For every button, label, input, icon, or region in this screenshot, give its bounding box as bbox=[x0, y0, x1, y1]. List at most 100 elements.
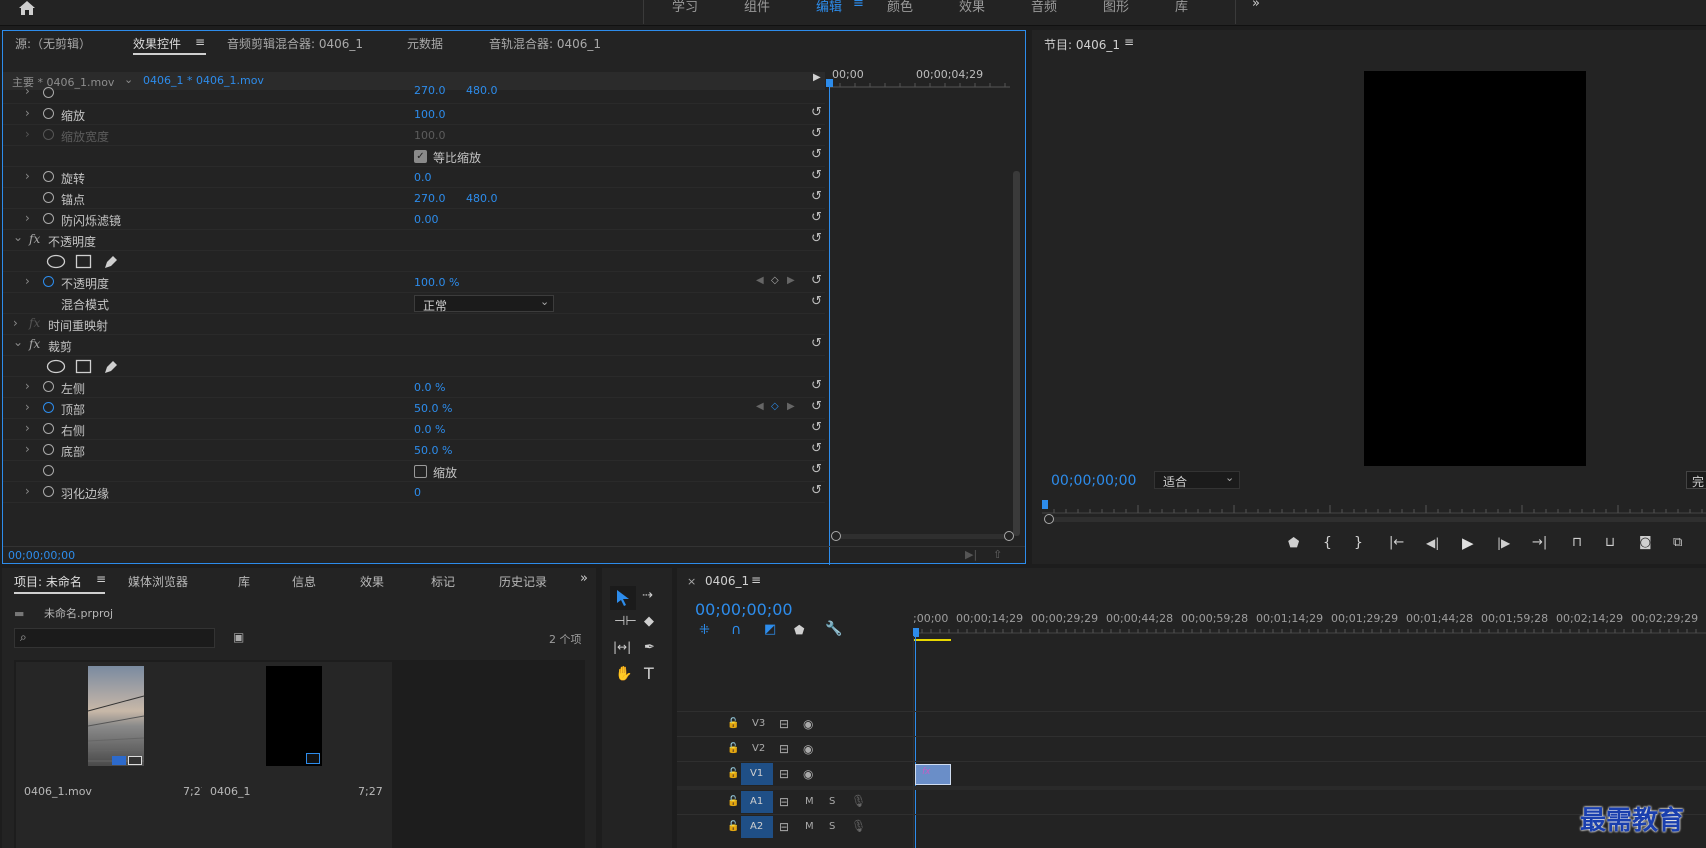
reset-icon[interactable]: ↺ bbox=[811, 147, 822, 162]
play-icon[interactable]: ▶ bbox=[1462, 534, 1474, 552]
stopwatch-icon[interactable] bbox=[43, 486, 54, 497]
crop-zoom-checkbox[interactable] bbox=[414, 465, 427, 478]
crop-right-value[interactable]: 0.0 % bbox=[414, 423, 445, 436]
stopwatch-icon[interactable] bbox=[43, 213, 54, 224]
timeline-timecode[interactable]: 00;00;00;00 bbox=[695, 600, 793, 619]
reset-icon[interactable]: ↺ bbox=[811, 231, 822, 246]
lock-icon[interactable]: 🔓 bbox=[727, 796, 739, 807]
tab-project[interactable]: 项目: 未命名 bbox=[14, 573, 82, 590]
reset-icon[interactable]: ↺ bbox=[811, 210, 822, 225]
program-zoom-bar[interactable] bbox=[1044, 514, 1706, 524]
anchor-y-value[interactable]: 480.0 bbox=[466, 192, 498, 205]
prev-keyframe-icon[interactable]: ◀ bbox=[756, 275, 764, 286]
expand-icon[interactable]: › bbox=[25, 442, 30, 456]
sync-lock-icon[interactable]: ⊟ bbox=[779, 795, 789, 809]
add-keyframe-icon[interactable]: ◇ bbox=[771, 401, 779, 412]
work-area-bar[interactable] bbox=[913, 639, 951, 641]
reset-icon[interactable]: ↺ bbox=[811, 378, 822, 393]
extract-icon[interactable]: ⊔ bbox=[1605, 535, 1615, 550]
project-search-input[interactable]: ⌕ bbox=[14, 628, 215, 648]
home-icon[interactable] bbox=[18, 0, 36, 16]
timeline-ruler[interactable]: ;00;00 00;00;14;29 00;00;29;29 00;00;44;… bbox=[913, 612, 1706, 634]
expand-icon[interactable]: › bbox=[25, 106, 30, 120]
stopwatch-icon[interactable] bbox=[43, 465, 54, 476]
close-tab-icon[interactable]: × bbox=[687, 575, 696, 588]
eye-icon[interactable]: ◉ bbox=[803, 717, 813, 731]
lock-icon[interactable]: 🔓 bbox=[727, 743, 739, 754]
panel-menu-icon[interactable]: ≡ bbox=[195, 35, 205, 49]
stopwatch-icon[interactable] bbox=[43, 108, 54, 119]
reset-icon[interactable]: ↺ bbox=[811, 441, 822, 456]
wrench-icon[interactable]: 🔧 bbox=[825, 621, 842, 637]
next-keyframe-icon[interactable]: ▶ bbox=[787, 401, 795, 412]
program-timecode[interactable]: 00;00;00;00 bbox=[1051, 473, 1136, 489]
expand-icon[interactable]: › bbox=[25, 484, 30, 498]
fit-dropdown[interactable]: 适合 ⌄ bbox=[1154, 471, 1240, 489]
sequence-clip-label[interactable]: 0406_1 * 0406_1.mov bbox=[143, 74, 264, 87]
timeline-clip[interactable]: fx bbox=[915, 764, 951, 785]
reset-icon[interactable]: ↺ bbox=[811, 168, 822, 183]
type-tool-icon[interactable]: T bbox=[644, 664, 654, 683]
solo-button[interactable]: S bbox=[829, 821, 835, 832]
project-item-sequence[interactable]: 0406_1 7;27 bbox=[202, 662, 392, 848]
rotation-value[interactable]: 0.0 bbox=[414, 171, 432, 184]
expand-icon[interactable]: › bbox=[25, 400, 30, 414]
reset-icon[interactable]: ↺ bbox=[811, 462, 822, 477]
fx-icon[interactable]: fx bbox=[29, 232, 40, 246]
tab-audio-track-mixer[interactable]: 音轨混合器: 0406_1 bbox=[489, 35, 601, 52]
nest-icon[interactable]: ⁜ bbox=[699, 623, 710, 638]
add-marker-icon[interactable]: ⬟ bbox=[1288, 536, 1299, 551]
workspace-color[interactable]: 颜色 bbox=[887, 0, 913, 15]
add-marker-icon[interactable]: ⬟ bbox=[794, 623, 804, 637]
selection-tool-icon[interactable] bbox=[616, 590, 630, 606]
reset-icon[interactable]: ↺ bbox=[811, 399, 822, 414]
program-video-frame[interactable] bbox=[1364, 71, 1586, 466]
panel-menu-icon[interactable]: ≡ bbox=[1124, 35, 1134, 49]
ripple-edit-tool-icon[interactable]: ⊣⊢ bbox=[614, 614, 637, 629]
track-label[interactable]: V2 bbox=[752, 743, 765, 754]
uniform-scale-checkbox[interactable]: ✓ bbox=[414, 150, 427, 163]
project-item-clip[interactable]: 0406_1.mov 7;27 bbox=[16, 662, 216, 848]
tab-source[interactable]: 源:（无剪辑） bbox=[15, 35, 91, 52]
ellipse-mask-icon[interactable] bbox=[46, 254, 67, 269]
sync-lock-icon[interactable]: ⊟ bbox=[779, 742, 789, 756]
workspace-libraries[interactable]: 库 bbox=[1175, 0, 1188, 15]
lock-icon[interactable]: 🔓 bbox=[727, 768, 739, 779]
track-label[interactable]: V1 bbox=[750, 768, 763, 779]
crop-top-value[interactable]: 50.0 % bbox=[414, 402, 452, 415]
sync-lock-icon[interactable]: ⊟ bbox=[779, 767, 789, 781]
reset-icon[interactable]: ↺ bbox=[811, 126, 822, 141]
pen-tool-icon[interactable]: ✒ bbox=[644, 640, 655, 655]
lift-icon[interactable]: ⊓ bbox=[1572, 535, 1582, 550]
program-title[interactable]: 节目: 0406_1 bbox=[1044, 36, 1120, 53]
mark-out-icon[interactable]: } bbox=[1354, 535, 1363, 551]
feather-value[interactable]: 0 bbox=[414, 486, 421, 499]
fx-scrollbar[interactable] bbox=[1013, 171, 1020, 536]
stopwatch-icon[interactable] bbox=[43, 381, 54, 392]
pen-mask-icon[interactable] bbox=[103, 359, 119, 375]
tab-history[interactable]: 历史记录 bbox=[499, 573, 547, 590]
tab-media-browser[interactable]: 媒体浏览器 bbox=[128, 573, 188, 590]
mic-icon[interactable]: 🎙 bbox=[851, 819, 866, 833]
more-tabs-icon[interactable]: » bbox=[580, 571, 588, 586]
filter-icon[interactable]: ▶| bbox=[965, 548, 977, 561]
tab-effects[interactable]: 效果 bbox=[360, 573, 384, 590]
tab-markers[interactable]: 标记 bbox=[431, 573, 455, 590]
workspace-assembly[interactable]: 组件 bbox=[744, 0, 770, 15]
mute-button[interactable]: M bbox=[805, 796, 814, 807]
fx-playhead-line[interactable] bbox=[829, 81, 830, 565]
panel-menu-icon[interactable]: ≡ bbox=[751, 573, 761, 587]
prev-keyframe-icon[interactable]: ◀ bbox=[756, 401, 764, 412]
expand-icon[interactable]: › bbox=[13, 316, 18, 330]
fx-timeline-ruler[interactable]: 00;00 00;00;04;29 bbox=[830, 68, 1010, 88]
go-to-out-icon[interactable]: →| bbox=[1532, 535, 1547, 550]
tab-metadata[interactable]: 元数据 bbox=[407, 35, 443, 52]
export-icon[interactable]: ⇧ bbox=[993, 548, 1002, 561]
add-keyframe-icon[interactable]: ◇ bbox=[771, 275, 779, 286]
reset-icon[interactable]: ↺ bbox=[811, 483, 822, 498]
reset-icon[interactable]: ↺ bbox=[811, 420, 822, 435]
step-forward-icon[interactable]: |▶ bbox=[1497, 536, 1510, 550]
reset-icon[interactable]: ↺ bbox=[811, 105, 822, 120]
sequence-tab[interactable]: 0406_1 bbox=[705, 574, 749, 588]
linked-selection-icon[interactable]: ◩ bbox=[764, 622, 776, 637]
